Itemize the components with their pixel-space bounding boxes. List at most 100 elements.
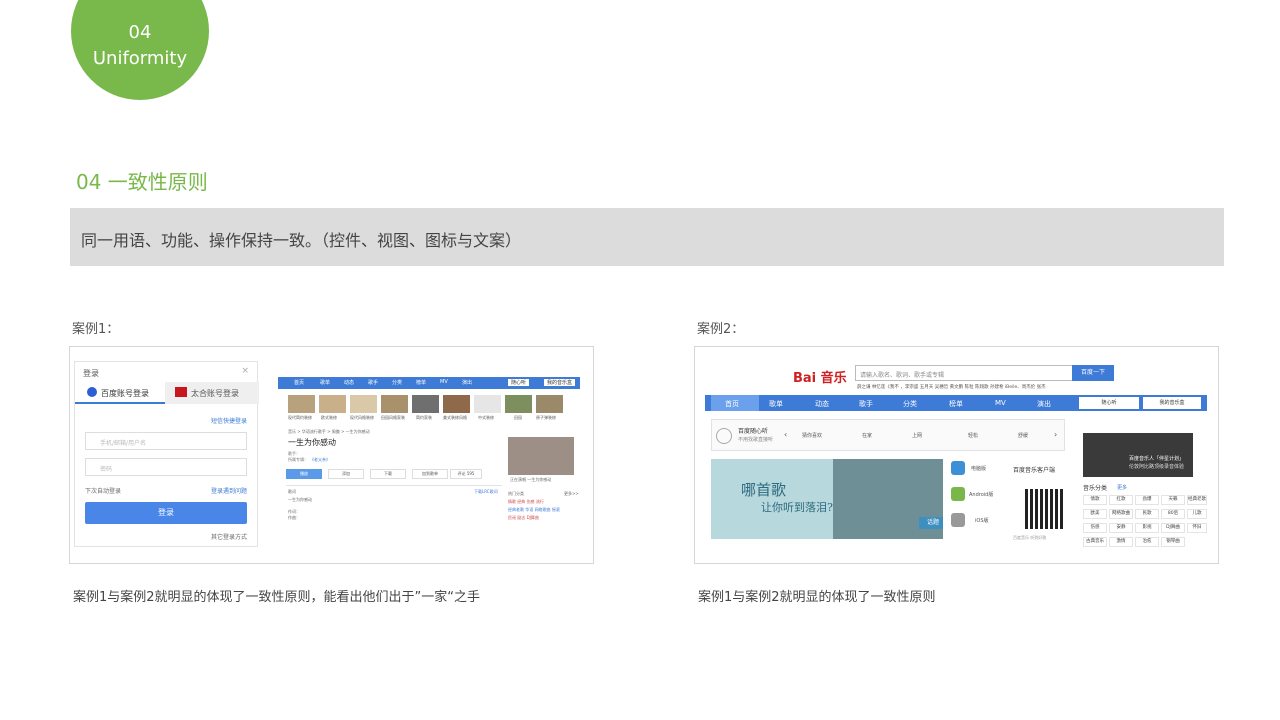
client-ios-label[interactable]: iOS版: [975, 517, 989, 524]
nav-radio-pill[interactable]: 随心听: [508, 379, 530, 386]
category-chip[interactable]: 劲爆: [1135, 495, 1159, 505]
hot-more-link[interactable]: 更多>>: [564, 491, 579, 497]
play-button[interactable]: 播放: [286, 469, 322, 479]
thumb-image[interactable]: [350, 395, 377, 413]
nav-item-category[interactable]: 分类: [392, 379, 402, 386]
banner-topic-tag[interactable]: 话题: [919, 517, 943, 529]
category-chip[interactable]: 伤感: [1083, 523, 1107, 533]
thumb-image[interactable]: [319, 395, 346, 413]
nav-item-home[interactable]: 首页: [294, 379, 304, 386]
nav-item-playlist[interactable]: 歌单: [769, 399, 783, 409]
quick-channel[interactable]: 猜你喜欢: [802, 432, 822, 439]
quick-channel[interactable]: 在家: [862, 432, 872, 439]
apple-icon[interactable]: [951, 513, 965, 527]
album-link[interactable]: 《老父亲》: [310, 457, 330, 463]
category-chip[interactable]: 激情: [1109, 537, 1133, 547]
hot-tag[interactable]: 经典: [517, 499, 525, 504]
hot-tag[interactable]: 励志: [517, 515, 525, 520]
hot-tag[interactable]: 民谣: [508, 515, 516, 520]
username-field[interactable]: 手机/邮箱/用户名: [85, 432, 247, 450]
search-button[interactable]: 百度一下: [1072, 365, 1114, 381]
category-chip[interactable]: 红歌: [1109, 495, 1133, 505]
thumb-image[interactable]: [536, 395, 563, 413]
next-arrow-icon[interactable]: ›: [1054, 430, 1057, 439]
category-chip[interactable]: 治愈: [1135, 537, 1159, 547]
thumb-image[interactable]: [474, 395, 501, 413]
nav-item-feed[interactable]: 动态: [815, 399, 829, 409]
category-chip[interactable]: 情歌: [1083, 495, 1107, 505]
category-chip[interactable]: 民歌: [1135, 509, 1159, 519]
quick-channel[interactable]: 舒缓: [1018, 432, 1028, 439]
category-chip[interactable]: 欧美: [1083, 509, 1107, 519]
main-nav-bar: 首页 歌单 动态 歌手 分类 榜单 MV 演出 随心听 我的音乐盒: [705, 395, 1207, 411]
nav-item-home[interactable]: 首页: [725, 399, 739, 409]
hot-tag[interactable]: 情歌: [508, 499, 516, 504]
close-icon[interactable]: ×: [241, 366, 249, 376]
nav-item-charts[interactable]: 榜单: [949, 399, 963, 409]
category-chip[interactable]: 网络歌曲: [1109, 509, 1133, 519]
thumb-image[interactable]: [505, 395, 532, 413]
banner-subline: 让你听到落泪?: [761, 501, 833, 514]
category-chip[interactable]: 儿歌: [1187, 509, 1207, 519]
comment-button[interactable]: 评论 595: [450, 469, 482, 479]
studio-ad-image[interactable]: 百度音乐人「伴星计划」 伦敦阿比路顶级录音体验: [1083, 433, 1193, 477]
radio-pill[interactable]: 随心听: [1079, 397, 1139, 409]
add-button[interactable]: 添加: [328, 469, 364, 479]
category-chip[interactable]: DJ舞曲: [1161, 523, 1185, 533]
nav-item-singer[interactable]: 歌手: [859, 399, 873, 409]
other-login-link[interactable]: 其它登录方式: [211, 532, 247, 541]
category-chip[interactable]: 影视: [1135, 523, 1159, 533]
thumb-image[interactable]: [443, 395, 470, 413]
nav-item-mv[interactable]: MV: [440, 379, 448, 385]
nav-mybox-pill[interactable]: 我的音乐盒: [544, 379, 576, 386]
quick-channel[interactable]: 上网: [912, 432, 922, 439]
prev-arrow-icon[interactable]: ‹: [784, 430, 787, 439]
lrc-download-link[interactable]: 下载LRC歌词: [474, 489, 498, 495]
download-button[interactable]: 下载: [370, 469, 406, 479]
category-chip[interactable]: 安静: [1109, 523, 1133, 533]
nav-item-playlist[interactable]: 歌单: [320, 379, 330, 386]
nav-item-live[interactable]: 演出: [1037, 399, 1051, 409]
hot-tag[interactable]: 伤感: [527, 499, 535, 504]
search-input[interactable]: 请输入歌名、歌词、歌手或专辑: [855, 365, 1073, 381]
hot-tag[interactable]: 经典老歌: [508, 507, 524, 512]
forgot-link[interactable]: 登录遇到问题: [211, 486, 247, 495]
desktop-client-icon[interactable]: [951, 461, 965, 475]
category-chip[interactable]: 怀旧: [1187, 523, 1207, 533]
category-chip[interactable]: 天籁: [1161, 495, 1185, 505]
thumb-image[interactable]: [381, 395, 408, 413]
add-to-playlist-button[interactable]: 加到歌单: [412, 469, 448, 479]
hot-tag[interactable]: 摇滚: [552, 507, 560, 512]
hot-tag[interactable]: 流行: [536, 499, 544, 504]
tab-baidu-login[interactable]: 百度账号登录: [75, 382, 165, 404]
my-music-box-pill[interactable]: 我的音乐盒: [1143, 397, 1201, 409]
tab-taihe-login[interactable]: 太合账号登录: [165, 382, 259, 404]
hot-tag[interactable]: DJ舞曲: [527, 515, 539, 520]
baidu-music-logo[interactable]: Bai 音乐: [793, 367, 847, 386]
password-field[interactable]: 密码: [85, 458, 247, 476]
hot-tag[interactable]: 网络歌曲: [535, 507, 551, 512]
thumb-image[interactable]: [412, 395, 439, 413]
singer-art[interactable]: [508, 437, 574, 475]
category-more-link[interactable]: 更多: [1117, 484, 1127, 491]
nav-item-charts[interactable]: 榜单: [416, 379, 426, 386]
nav-item-feed[interactable]: 动态: [344, 379, 354, 386]
client-desktop-label[interactable]: 电脑版: [971, 465, 986, 472]
hot-tag[interactable]: 华语: [525, 507, 533, 512]
thumb-image[interactable]: [288, 395, 315, 413]
nav-item-category[interactable]: 分类: [903, 399, 917, 409]
nav-item-live[interactable]: 演出: [462, 379, 472, 386]
android-icon[interactable]: [951, 487, 965, 501]
promo-banner[interactable]: 哪首歌 让你听到落泪? 话题: [711, 459, 943, 539]
remember-checkbox[interactable]: 下次自动登录: [85, 486, 121, 495]
quick-channel[interactable]: 轻松: [968, 432, 978, 439]
client-android-label[interactable]: Android版: [969, 491, 993, 498]
sms-login-link[interactable]: 短信快捷登录: [211, 416, 247, 425]
category-chip[interactable]: 钢琴曲: [1161, 537, 1185, 547]
login-button[interactable]: 登录: [85, 502, 247, 524]
category-chip[interactable]: 经典老歌: [1187, 495, 1207, 505]
nav-item-mv[interactable]: MV: [995, 399, 1006, 407]
nav-item-singer[interactable]: 歌手: [368, 379, 378, 386]
category-chip[interactable]: 古典音乐: [1083, 537, 1107, 547]
category-chip[interactable]: 80后: [1161, 509, 1185, 519]
